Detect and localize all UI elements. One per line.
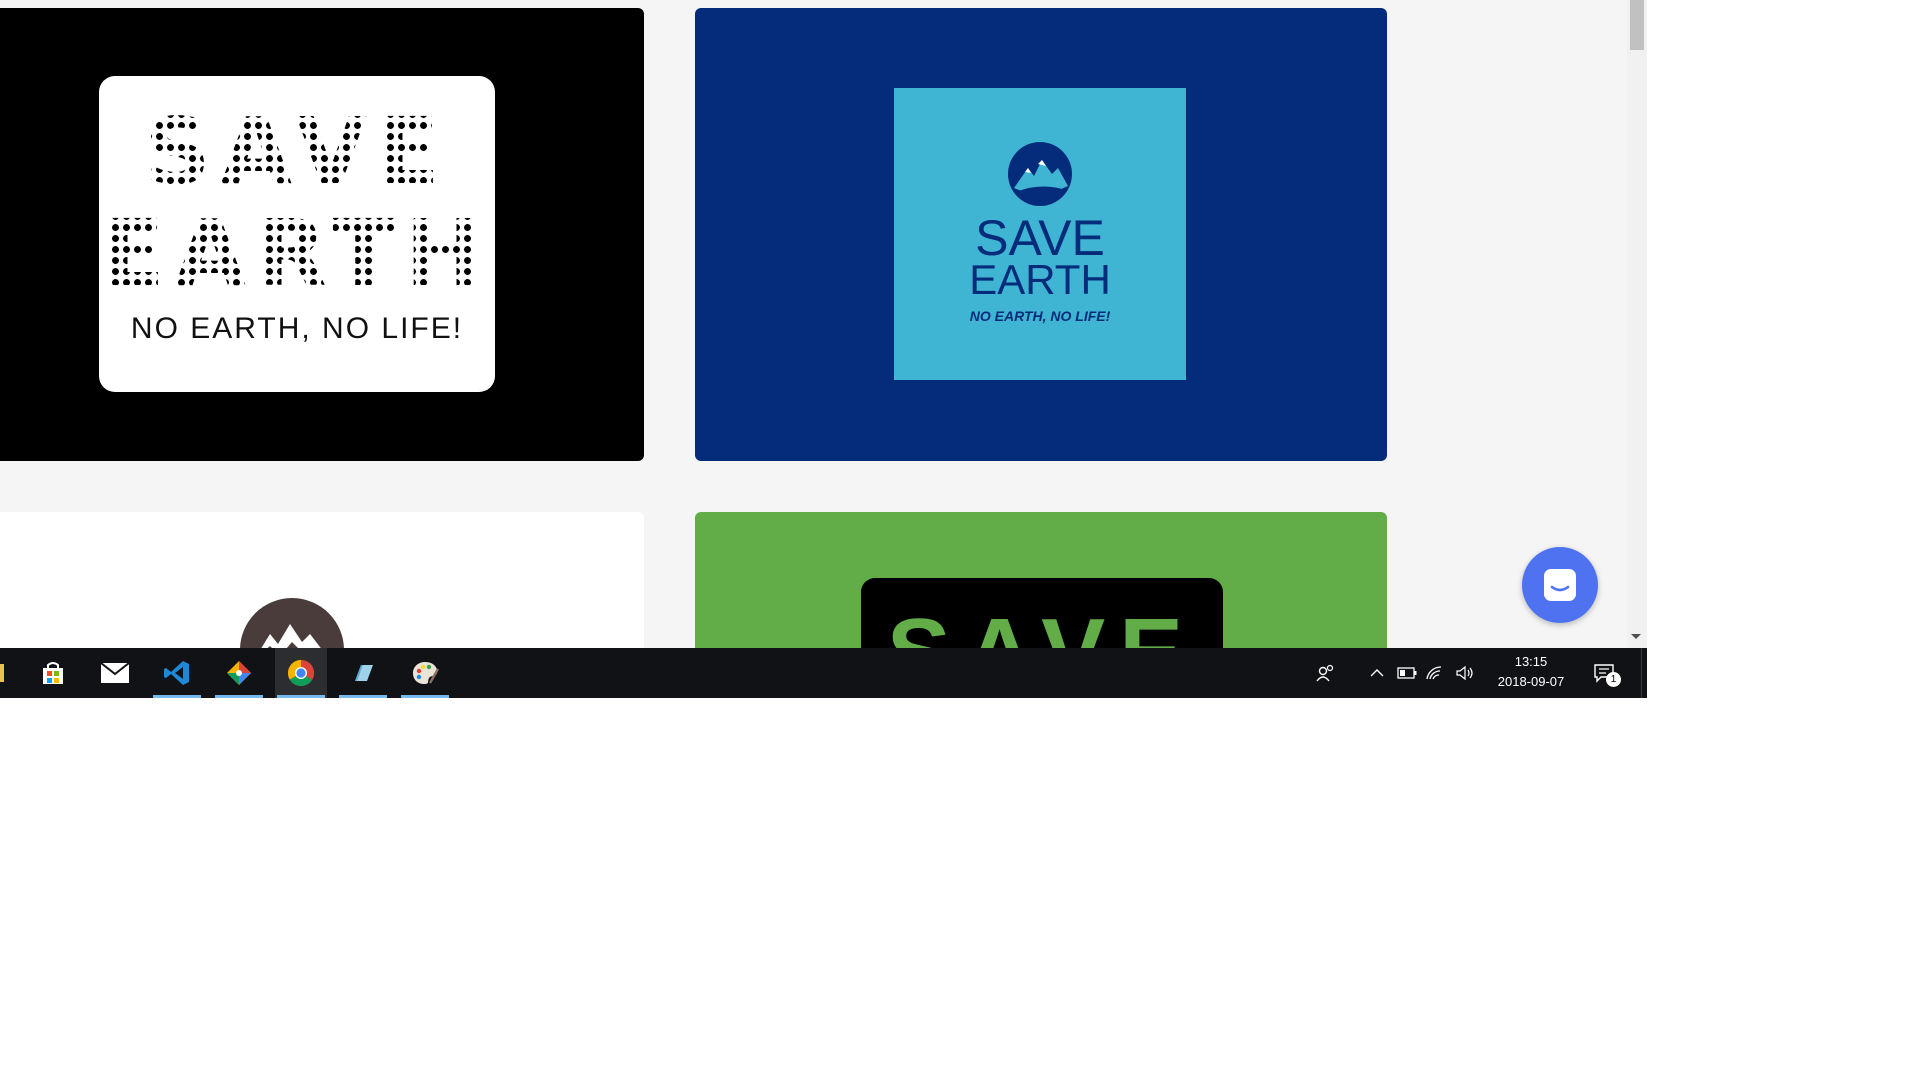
mountain-badge-icon bbox=[240, 598, 344, 648]
wifi-icon[interactable] bbox=[1424, 648, 1446, 698]
system-clock[interactable]: 13:15 2018-09-07 bbox=[1488, 648, 1574, 698]
eraser-app-icon[interactable] bbox=[337, 648, 389, 698]
design-preview-white-panel: SAVE EARTH NO EARTH, NO LIFE! bbox=[99, 76, 495, 392]
dotted-title-line1: SAVE bbox=[99, 98, 495, 205]
mountain-badge-icon bbox=[1008, 142, 1072, 206]
design-subtitle: NO EARTH, NO LIFE! bbox=[969, 308, 1111, 324]
mail-icon[interactable] bbox=[89, 648, 141, 698]
chat-bubble-icon bbox=[1544, 569, 1576, 601]
design-preview-black-panel: SAVE bbox=[861, 578, 1223, 648]
design-card-navy[interactable]: SAVE EARTH NO EARTH, NO LIFE! bbox=[695, 8, 1387, 461]
battery-icon[interactable] bbox=[1396, 648, 1418, 698]
design-preview-blue-panel: SAVE EARTH NO EARTH, NO LIFE! bbox=[894, 88, 1186, 380]
volume-icon[interactable] bbox=[1453, 648, 1477, 698]
design-card-green[interactable]: SAVE bbox=[695, 512, 1387, 648]
file-explorer-icon[interactable] bbox=[0, 664, 4, 682]
design-title-line2: EARTH bbox=[969, 256, 1111, 303]
chevron-up-icon[interactable] bbox=[1366, 648, 1388, 698]
show-desktop-button[interactable] bbox=[1641, 648, 1647, 698]
design-title-line1: SAVE bbox=[861, 598, 1223, 648]
microsoft-store-icon[interactable] bbox=[27, 648, 79, 698]
scrollbar-thumb[interactable] bbox=[1630, 0, 1644, 50]
people-icon[interactable] bbox=[1310, 648, 1340, 698]
notification-count-badge: 1 bbox=[1606, 672, 1621, 687]
windows-taskbar: 13:15 2018-09-07 1 bbox=[0, 648, 1647, 698]
page-content[interactable]: SAVE EARTH NO EARTH, NO LIFE! SAVE EARTH… bbox=[0, 0, 1627, 648]
design-card-white[interactable] bbox=[0, 512, 644, 648]
screen: SAVE EARTH NO EARTH, NO LIFE! SAVE EARTH… bbox=[0, 0, 1647, 698]
clock-date: 2018-09-07 bbox=[1497, 674, 1565, 689]
vscode-icon[interactable] bbox=[151, 648, 203, 698]
chrome-icon[interactable] bbox=[275, 648, 327, 698]
scroll-down-arrow-icon[interactable] bbox=[1631, 634, 1641, 639]
design-card-black[interactable]: SAVE EARTH NO EARTH, NO LIFE! bbox=[0, 8, 644, 461]
design-title-line1: SAVE bbox=[975, 210, 1105, 266]
dotted-title-line2: EARTH bbox=[99, 200, 495, 307]
clock-time: 13:15 bbox=[1514, 654, 1548, 669]
vertical-scrollbar[interactable] bbox=[1627, 0, 1647, 648]
chat-button[interactable] bbox=[1522, 547, 1598, 623]
paint-palette-icon[interactable] bbox=[399, 648, 451, 698]
git-client-icon[interactable] bbox=[213, 648, 265, 698]
design-subtitle: NO EARTH, NO LIFE! bbox=[130, 312, 464, 345]
